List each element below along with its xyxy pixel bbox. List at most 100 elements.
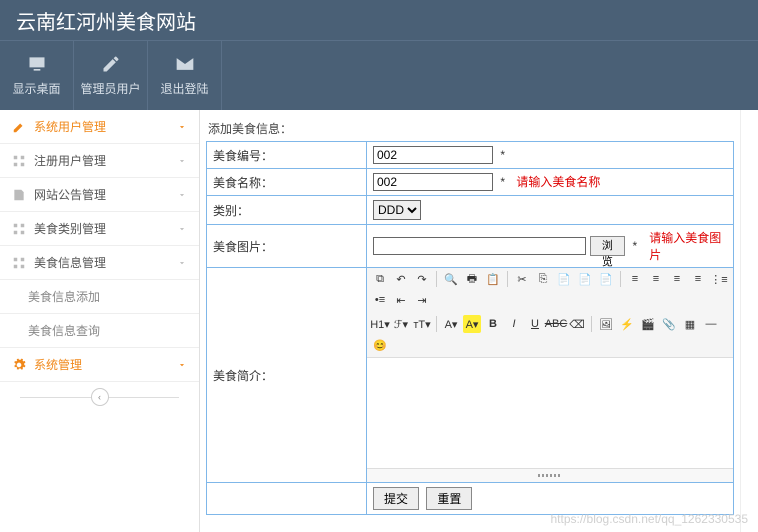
table-icon[interactable]: ▦ [681,315,699,333]
slider-knob[interactable]: ‹ [91,388,109,406]
error-name: 请输入美食名称 [516,175,600,189]
row-intro: 美食简介： ⧉ ↶ ↷ 🔍 🖶 📋 ✂ ⎘ [207,268,734,483]
undo-icon[interactable]: ↶ [392,270,410,288]
chevron-down-icon [177,156,187,166]
gear-icon [12,358,26,372]
sidebar-label: 美食信息添加 [28,288,100,305]
app-title: 云南红河州美食网站 [16,6,196,35]
indent-icon[interactable]: ⇥ [413,291,431,309]
italic-icon[interactable]: I [505,315,523,333]
media-icon[interactable]: 🎬 [639,315,657,333]
monitor-icon [27,54,47,74]
list-ol-icon[interactable]: ⋮≡ [710,270,728,288]
sidebar-label: 美食信息管理 [34,254,106,271]
separator [507,271,508,287]
top-toolbar: 显示桌面 管理员用户 退出登陆 [0,40,758,110]
required-star: * [633,239,638,253]
reset-button[interactable]: 重置 [426,487,472,510]
fontfamily-icon[interactable]: ℱ▾ [392,315,410,333]
error-pic: 请输入美食图片 [649,229,727,263]
sidebar: 系统用户管理 注册用户管理 网站公告管理 美食类别管理 美食信息管理 美食信息添… [0,110,200,532]
label-id: 美食编号： [207,142,367,169]
separator [620,271,621,287]
file-icon[interactable]: 📎 [660,315,678,333]
sidebar-item-reg-user[interactable]: 注册用户管理 [0,144,199,178]
sidebar-label: 美食类别管理 [34,220,106,237]
envelope-icon [175,54,195,74]
underline-icon[interactable]: U [526,315,544,333]
backcolor-icon[interactable]: A▾ [463,315,481,333]
submit-button[interactable]: 提交 [373,487,419,510]
sidebar-label: 系统管理 [34,356,82,373]
grid-icon [12,256,26,270]
copy-icon[interactable]: ⎘ [534,270,552,288]
row-id: 美食编号： * [207,142,734,169]
sidebar-item-food-query[interactable]: 美食信息查询 [0,314,199,348]
forecolor-icon[interactable]: A▾ [442,315,460,333]
emoji-icon[interactable]: 😊 [371,336,389,354]
align-center-icon[interactable]: ≡ [647,270,665,288]
grip-icon [538,474,562,477]
sidebar-item-food-add[interactable]: 美食信息添加 [0,280,199,314]
source-icon[interactable]: ⧉ [371,270,389,288]
outdent-icon[interactable]: ⇤ [392,291,410,309]
flash-icon[interactable]: ⚡ [618,315,636,333]
body-row: 系统用户管理 注册用户管理 网站公告管理 美食类别管理 美食信息管理 美食信息添… [0,110,758,532]
editor-body[interactable] [367,358,733,468]
desktop-button[interactable]: 显示桌面 [0,41,74,110]
right-gutter [740,110,758,532]
admin-label: 管理员用户 [80,80,140,97]
food-cat-select[interactable]: DDD [373,200,421,220]
sidebar-label: 网站公告管理 [34,186,106,203]
grid-icon [12,154,26,168]
list-ul-icon[interactable]: •≡ [371,291,389,309]
row-cat: 类别： DDD [207,196,734,225]
sidebar-item-sys-mgr[interactable]: 系统管理 [0,348,199,382]
redo-icon[interactable]: ↷ [413,270,431,288]
editor-resize[interactable] [367,468,733,482]
browse-button[interactable]: 浏览 [590,236,624,256]
paste-icon[interactable]: 📄 [555,270,573,288]
preview-icon[interactable]: 🔍 [442,270,460,288]
sidebar-item-food-info[interactable]: 美食信息管理 [0,246,199,280]
chevron-down-icon [177,224,187,234]
main-content: 添加美食信息： 美食编号： * 美食名称： * 请输入美食名称 类别： [200,110,740,532]
logout-button[interactable]: 退出登陆 [148,41,222,110]
pencil-icon [12,120,26,134]
heading-icon[interactable]: H1▾ [371,315,389,333]
required-star: * [500,175,505,189]
paste-text-icon[interactable]: 📄 [576,270,594,288]
sidebar-label: 美食信息查询 [28,322,100,339]
label-intro: 美食简介： [207,268,367,483]
chevron-down-icon [177,360,187,370]
header-bar: 云南红河州美食网站 [0,0,758,40]
food-form: 美食编号： * 美食名称： * 请输入美食名称 类别： DDD [206,141,734,515]
food-name-input[interactable] [373,173,493,191]
removeformat-icon[interactable]: ⌫ [568,315,586,333]
food-pic-input[interactable] [373,237,586,255]
sidebar-label: 系统用户管理 [34,118,106,135]
sidebar-slider[interactable]: ‹ [0,382,199,412]
align-left-icon[interactable]: ≡ [626,270,644,288]
paste-word-icon[interactable]: 📄 [597,270,615,288]
template-icon[interactable]: 📋 [484,270,502,288]
strike-icon[interactable]: ABC [547,315,565,333]
align-right-icon[interactable]: ≡ [668,270,686,288]
bold-icon[interactable]: B [484,315,502,333]
print-icon[interactable]: 🖶 [463,270,481,288]
admin-user-button[interactable]: 管理员用户 [74,41,148,110]
food-id-input[interactable] [373,146,493,164]
row-buttons: 提交 重置 [207,483,734,515]
image-icon[interactable]: 🖼 [597,315,615,333]
separator [436,316,437,332]
doc-icon [12,188,26,202]
sidebar-item-sys-user[interactable]: 系统用户管理 [0,110,199,144]
row-name: 美食名称： * 请输入美食名称 [207,169,734,196]
sidebar-item-food-cat[interactable]: 美食类别管理 [0,212,199,246]
sidebar-item-notice[interactable]: 网站公告管理 [0,178,199,212]
separator [436,271,437,287]
fontsize-icon[interactable]: ᴛT▾ [413,315,431,333]
cut-icon[interactable]: ✂ [513,270,531,288]
align-justify-icon[interactable]: ≡ [689,270,707,288]
hr-icon[interactable]: — [702,315,720,333]
